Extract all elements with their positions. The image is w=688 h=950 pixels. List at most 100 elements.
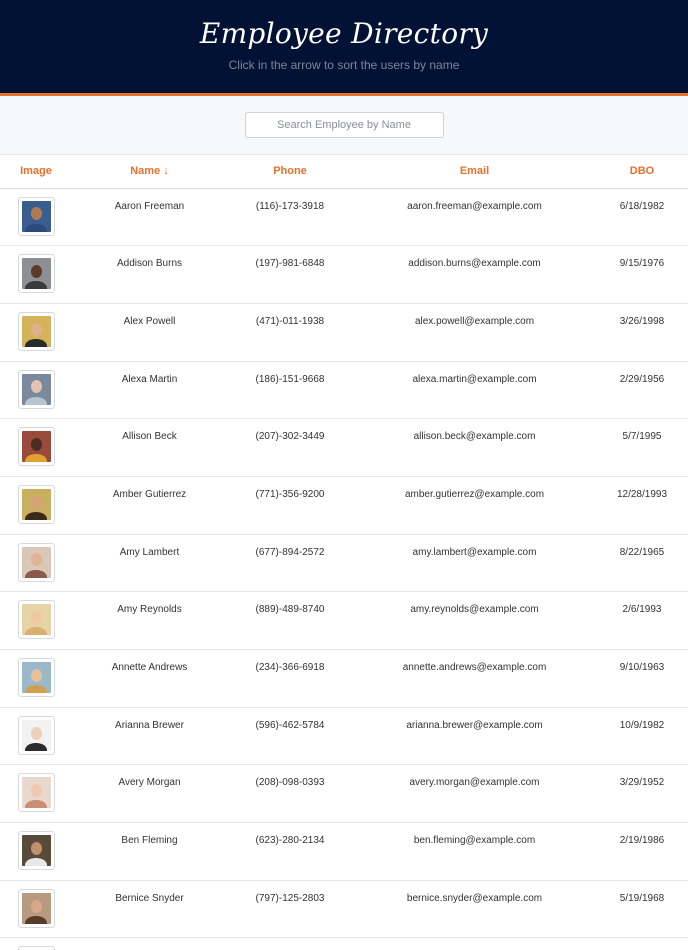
avatar-photo bbox=[21, 373, 51, 405]
avatar-photo bbox=[21, 315, 51, 347]
employee-email: alex.powell@example.com bbox=[353, 303, 596, 362]
employee-email: bernice.snyder@example.com bbox=[353, 880, 596, 939]
page-title: Employee Directory bbox=[199, 17, 489, 50]
avatar-photo bbox=[21, 546, 51, 578]
employee-name: Avery Morgan bbox=[72, 764, 227, 824]
employee-name: Addison Burns bbox=[72, 245, 227, 304]
avatar-photo bbox=[21, 777, 51, 809]
employee-avatar bbox=[17, 427, 55, 467]
employee-name bbox=[72, 937, 227, 950]
employee-phone: (889)-489-8740 bbox=[227, 591, 353, 650]
employee-image-cell bbox=[0, 707, 72, 766]
employee-name: Arianna Brewer bbox=[72, 707, 227, 766]
employee-phone: (677)-894-2572 bbox=[227, 534, 353, 593]
employee-name: Bernice Snyder bbox=[72, 880, 227, 939]
avatar-photo bbox=[21, 604, 51, 636]
employee-name: Amy Lambert bbox=[72, 534, 227, 593]
employee-image-cell bbox=[0, 361, 72, 420]
employee-email bbox=[353, 937, 596, 950]
employee-email: ben.fleming@example.com bbox=[353, 822, 596, 881]
table-row: Aaron Freeman (116)-173-3918 aaron.freeman… bbox=[0, 188, 688, 247]
avatar-photo bbox=[21, 719, 51, 751]
employee-dob: 10/9/1982 bbox=[596, 707, 688, 766]
employee-image-cell bbox=[0, 476, 72, 535]
employee-dob: 9/10/1963 bbox=[596, 649, 688, 708]
employee-name: Allison Beck bbox=[72, 418, 227, 477]
employee-name: Alex Powell bbox=[72, 303, 227, 362]
employee-image-cell bbox=[0, 822, 72, 881]
search-bar bbox=[0, 96, 688, 155]
employee-phone: (797)-125-2803 bbox=[227, 880, 353, 939]
sort-arrow-icon[interactable]: ↓ bbox=[163, 165, 169, 177]
column-header-image: Image bbox=[0, 155, 72, 189]
table-row: Alexa Martin (186)-151-9668 alexa.martin@e… bbox=[0, 361, 688, 420]
employee-dob: 2/19/1986 bbox=[596, 822, 688, 881]
employee-avatar bbox=[17, 311, 55, 351]
employee-avatar bbox=[17, 773, 55, 813]
page-subtitle: Click in the arrow to sort the users by … bbox=[228, 58, 460, 72]
employee-image-cell bbox=[0, 418, 72, 477]
employee-avatar bbox=[17, 369, 55, 409]
employee-phone: (771)-356-9200 bbox=[227, 476, 353, 535]
employee-email: allison.beck@example.com bbox=[353, 418, 596, 477]
table-header: Image Name ↓ Phone Email DBO bbox=[0, 155, 688, 189]
column-header-email: Email bbox=[353, 155, 596, 189]
table-row: Addison Burns (197)-981-6848 addison.burns… bbox=[0, 245, 688, 304]
employee-avatar bbox=[17, 600, 55, 640]
employee-avatar bbox=[17, 658, 55, 697]
table-row bbox=[0, 937, 688, 950]
employee-image-cell bbox=[0, 188, 72, 247]
employee-avatar bbox=[17, 715, 55, 755]
table-row: Arianna Brewer (596)-462-5784 arianna.brew… bbox=[0, 707, 688, 766]
employee-email: annette.andrews@example.com bbox=[353, 649, 596, 708]
employee-dob bbox=[596, 937, 688, 950]
employee-image-cell bbox=[0, 764, 72, 824]
employee-image-cell bbox=[0, 245, 72, 304]
employee-avatar bbox=[17, 946, 55, 950]
search-input[interactable] bbox=[244, 112, 444, 138]
column-header-phone: Phone bbox=[227, 155, 353, 189]
employee-avatar bbox=[17, 196, 55, 236]
employee-email: aaron.freeman@example.com bbox=[353, 188, 596, 247]
employee-image-cell bbox=[0, 649, 72, 708]
employee-name: Annette Andrews bbox=[72, 649, 227, 708]
table-row: Amy Reynolds (889)-489-8740 amy.reynolds@e… bbox=[0, 591, 688, 650]
table-row: Amber Gutierrez (771)-356-9200 amber.gutie… bbox=[0, 476, 688, 535]
table-row: Allison Beck (207)-302-3449 allison.beck@e… bbox=[0, 418, 688, 477]
employee-avatar bbox=[17, 484, 55, 524]
table-row: Amy Lambert (677)-894-2572 amy.lambert@exa… bbox=[0, 534, 688, 593]
column-header-name[interactable]: Name ↓ bbox=[72, 155, 227, 189]
employee-name: Aaron Freeman bbox=[72, 188, 227, 247]
employee-image-cell bbox=[0, 937, 72, 950]
avatar-photo bbox=[21, 488, 51, 520]
employee-avatar bbox=[17, 831, 55, 871]
table-row: Bernice Snyder (797)-125-2803 bernice.snyd… bbox=[0, 880, 688, 939]
employee-dob: 8/22/1965 bbox=[596, 534, 688, 593]
employee-image-cell bbox=[0, 534, 72, 593]
employee-table: Image Name ↓ Phone Email DBO Aaron Freem… bbox=[0, 155, 688, 950]
employee-email: arianna.brewer@example.com bbox=[353, 707, 596, 766]
avatar-photo bbox=[21, 431, 51, 463]
table-row: Alex Powell (471)-011-1938 alex.powell@exa… bbox=[0, 303, 688, 362]
employee-email: amy.lambert@example.com bbox=[353, 534, 596, 593]
employee-phone: (186)-151-9668 bbox=[227, 361, 353, 420]
page-header: Employee Directory Click in the arrow to… bbox=[0, 0, 688, 96]
employee-avatar bbox=[17, 254, 55, 294]
employee-email: amber.gutierrez@example.com bbox=[353, 476, 596, 535]
employee-phone bbox=[227, 937, 353, 950]
employee-phone: (596)-462-5784 bbox=[227, 707, 353, 766]
employee-phone: (207)-302-3449 bbox=[227, 418, 353, 477]
employee-avatar bbox=[17, 542, 55, 582]
employee-dob: 5/19/1968 bbox=[596, 880, 688, 939]
employee-dob: 5/7/1995 bbox=[596, 418, 688, 477]
table-row: Annette Andrews (234)-366-6918 annette.and… bbox=[0, 649, 688, 708]
avatar-photo bbox=[21, 662, 51, 693]
employee-phone: (197)-981-6848 bbox=[227, 245, 353, 304]
employee-dob: 2/29/1956 bbox=[596, 361, 688, 420]
column-header-name-label: Name bbox=[130, 165, 161, 178]
employee-avatar bbox=[17, 888, 55, 928]
employee-image-cell bbox=[0, 303, 72, 362]
column-header-dob: DBO bbox=[596, 155, 688, 189]
employee-dob: 3/29/1952 bbox=[596, 764, 688, 824]
table-body: Aaron Freeman (116)-173-3918 aaron.freeman… bbox=[0, 188, 688, 950]
